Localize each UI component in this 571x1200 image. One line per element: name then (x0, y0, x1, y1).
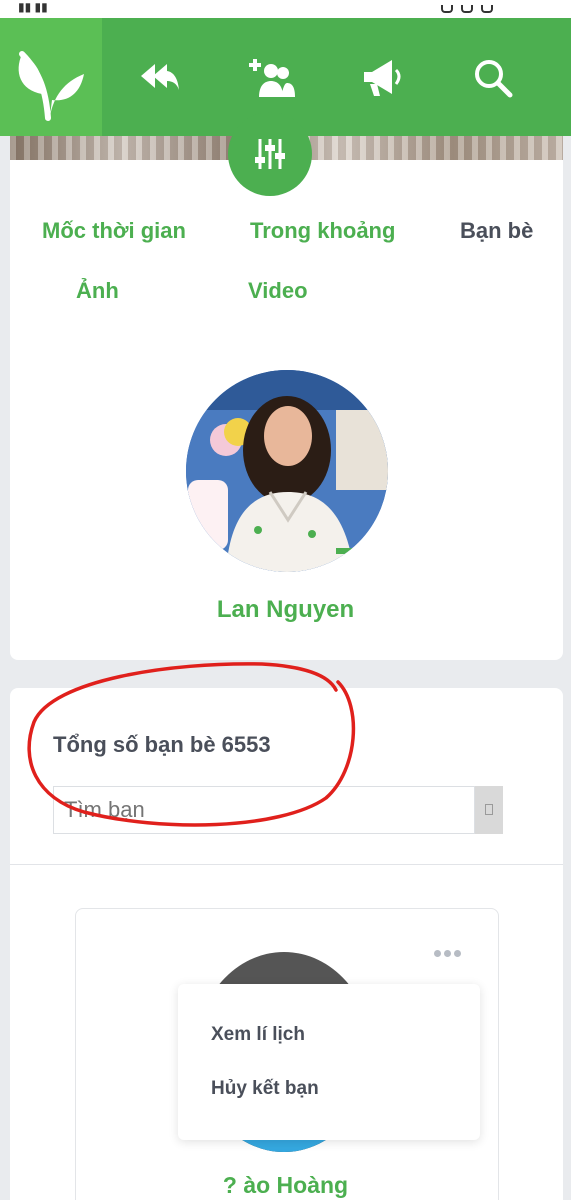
tab-photos[interactable]: Ảnh (76, 278, 119, 304)
tab-about[interactable]: Trong khoảng (250, 218, 395, 244)
avatar[interactable] (186, 370, 388, 572)
tab-friends[interactable]: Bạn bè (460, 218, 533, 244)
reply-all-icon[interactable] (134, 48, 184, 108)
menu-item-view-profile[interactable]: Xem lí lịch (211, 1024, 305, 1046)
search-button[interactable] (475, 786, 503, 834)
search-icon[interactable] (468, 48, 518, 108)
menu-item-unfriend[interactable]: Hủy kết bạn (211, 1078, 319, 1100)
signal-icon: ▮▮ ▮▮ (18, 0, 48, 14)
status-bar: ▮▮ ▮▮ (0, 0, 571, 18)
tab-videos[interactable]: Video (248, 278, 308, 304)
add-friend-icon[interactable] (247, 48, 297, 108)
leaf-logo-icon[interactable] (0, 18, 102, 136)
settings-sliders-icon[interactable] (228, 112, 312, 196)
tab-timeline[interactable]: Mốc thời gian (42, 218, 186, 244)
search-glyph-icon (485, 804, 493, 815)
friend-name[interactable]: ? ào Hoàng (0, 1172, 571, 1199)
megaphone-icon[interactable] (358, 48, 408, 108)
profile-name[interactable]: Lan Nguyen (0, 596, 571, 624)
divider (10, 864, 563, 865)
search-friends-input[interactable] (64, 796, 464, 824)
friend-options-menu (178, 984, 480, 1140)
status-icons (433, 0, 553, 13)
friends-total-label: Tổng số bạn bè 6553 (53, 732, 271, 757)
more-options-icon[interactable] (434, 944, 468, 958)
